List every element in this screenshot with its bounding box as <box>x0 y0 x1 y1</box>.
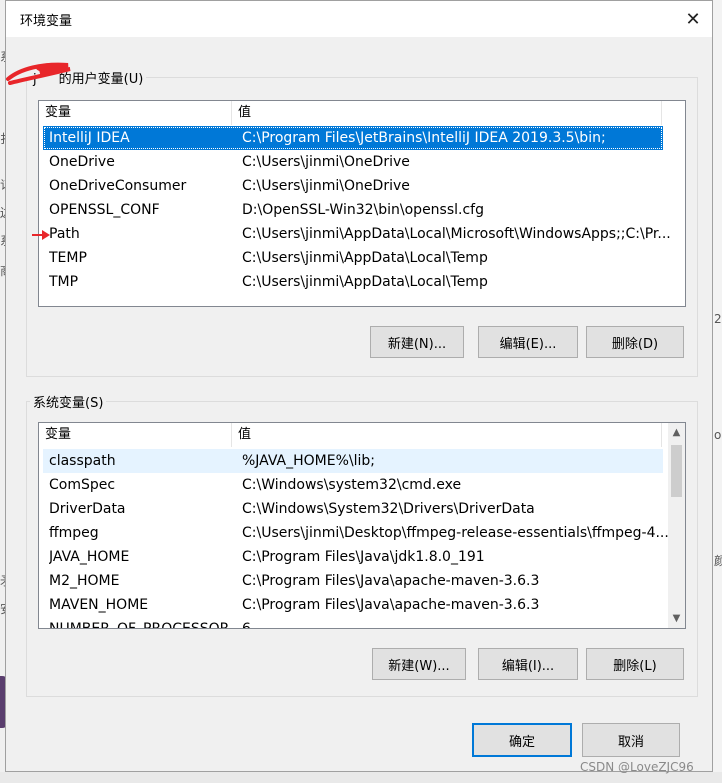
list-item[interactable]: M2_HOME C:\Program Files\Java\apache-mav… <box>43 569 663 593</box>
variable-name: JAVA_HOME <box>49 549 130 565</box>
scroll-up-icon[interactable]: ▲ <box>668 424 685 441</box>
vertical-scrollbar[interactable]: ▲ ▼ <box>668 423 685 628</box>
background-text: 颜 <box>714 554 722 568</box>
variable-value: C:\Users\jinmi\AppData\Local\Temp <box>242 274 488 290</box>
list-item[interactable]: TMP C:\Users\jinmi\AppData\Local\Temp <box>43 270 663 294</box>
variable-value: C:\Program Files\Java\jdk1.8.0_191 <box>242 549 485 565</box>
system-variables-list[interactable]: 变量 值 classpath %JAVA_HOME%\lib; ComSpec … <box>38 422 686 629</box>
list-item[interactable]: classpath %JAVA_HOME%\lib; <box>43 449 663 473</box>
variable-value: C:\Program Files\Java\apache-maven-3.6.3 <box>242 573 540 589</box>
variable-name: NUMBER_OF_PROCESSORS <box>49 621 229 629</box>
variable-name: M2_HOME <box>49 573 120 589</box>
cancel-button[interactable]: 取消 <box>582 723 680 757</box>
user-edit-button[interactable]: 编辑(E)... <box>478 326 578 358</box>
variable-value: C:\Users\jinmi\AppData\Local\Temp <box>242 250 488 266</box>
close-icon[interactable]: ✕ <box>676 3 710 35</box>
list-item[interactable]: Path C:\Users\jinmi\AppData\Local\Micros… <box>43 222 671 246</box>
variable-value: C:\Users\jinmi\AppData\Local\Microsoft\W… <box>242 226 671 242</box>
list-item[interactable]: OneDrive C:\Users\jinmi\OneDrive <box>43 150 663 174</box>
variable-name: IntelliJ IDEA <box>49 130 130 146</box>
scroll-down-icon[interactable]: ▼ <box>668 610 685 627</box>
variable-name: OPENSSL_CONF <box>49 202 160 218</box>
system-delete-button[interactable]: 删除(L) <box>586 648 684 680</box>
variable-value: C:\Windows\system32\cmd.exe <box>242 477 462 493</box>
column-header-value[interactable]: 值 <box>232 423 662 447</box>
variable-name: OneDriveConsumer <box>49 178 187 194</box>
system-variables-label: 系统变量(S) <box>30 392 107 411</box>
variable-value: D:\OpenSSL-Win32\bin\openssl.cfg <box>242 202 484 218</box>
variable-name: DriverData <box>49 501 126 517</box>
list-item[interactable]: NUMBER_OF_PROCESSORS 6 <box>43 617 663 629</box>
user-variables-list[interactable]: 变量 值 IntelliJ IDEA C:\Program Files\JetB… <box>38 100 686 307</box>
variable-value: C:\Program Files\JetBrains\IntelliJ IDEA… <box>242 130 606 146</box>
variable-name: TEMP <box>49 250 87 266</box>
list-item[interactable]: MAVEN_HOME C:\Program Files\Java\apache-… <box>43 593 663 617</box>
background-text: 2 <box>714 312 722 326</box>
system-edit-button[interactable]: 编辑(I)... <box>478 648 578 680</box>
variable-value: C:\Program Files\Java\apache-maven-3.6.3 <box>242 597 540 613</box>
list-header: 变量 值 <box>39 101 685 125</box>
list-item[interactable]: DriverData C:\Windows\System32\Drivers\D… <box>43 497 663 521</box>
red-arrow-icon <box>32 230 50 240</box>
list-item[interactable]: IntelliJ IDEA C:\Program Files\JetBrains… <box>43 126 663 150</box>
list-header: 变量 值 <box>39 423 685 447</box>
list-item[interactable]: OneDriveConsumer C:\Users\jinmi\OneDrive <box>43 174 663 198</box>
user-new-button[interactable]: 新建(N)... <box>370 326 464 358</box>
variable-name: Path <box>49 226 80 242</box>
variable-name: ffmpeg <box>49 525 99 541</box>
redaction-scribble-icon <box>6 62 71 85</box>
column-header-variable[interactable]: 变量 <box>39 101 232 125</box>
list-item[interactable]: JAVA_HOME C:\Program Files\Java\jdk1.8.0… <box>43 545 663 569</box>
watermark: CSDN @LoveZJC96 <box>580 760 694 774</box>
list-item[interactable]: ComSpec C:\Windows\system32\cmd.exe <box>43 473 663 497</box>
user-delete-button[interactable]: 删除(D) <box>586 326 684 358</box>
column-header-value[interactable]: 值 <box>232 101 662 125</box>
background-text: o <box>714 428 722 442</box>
variable-value: C:\Windows\System32\Drivers\DriverData <box>242 501 535 517</box>
title-bar: 环境变量 ✕ <box>6 1 712 37</box>
variable-value: 6 <box>242 621 251 629</box>
list-item[interactable]: ffmpeg C:\Users\jinmi\Desktop\ffmpeg-rel… <box>43 521 673 545</box>
variable-value: C:\Users\jinmi\Desktop\ffmpeg-release-es… <box>242 525 674 541</box>
scrollbar-thumb[interactable] <box>671 445 682 497</box>
variable-name: OneDrive <box>49 154 115 170</box>
variable-value: %JAVA_HOME%\lib; <box>242 453 375 469</box>
ok-button[interactable]: 确定 <box>472 723 572 757</box>
variable-name: ComSpec <box>49 477 116 493</box>
list-item[interactable]: TEMP C:\Users\jinmi\AppData\Local\Temp <box>43 246 663 270</box>
system-new-button[interactable]: 新建(W)... <box>372 648 466 680</box>
dialog-title: 环境变量 <box>20 14 73 29</box>
background-window-right <box>712 0 722 783</box>
variable-value: C:\Users\jinmi\OneDrive <box>242 178 410 194</box>
variable-name: MAVEN_HOME <box>49 597 149 613</box>
variable-name: TMP <box>49 274 79 290</box>
environment-variables-dialog: 环境变量 ✕ j 的用户变量(U) 变量 值 IntelliJ IDEA C:\P… <box>5 0 713 772</box>
variable-name: classpath <box>49 453 116 469</box>
list-item[interactable]: OPENSSL_CONF D:\OpenSSL-Win32\bin\openss… <box>43 198 663 222</box>
variable-value: C:\Users\jinmi\OneDrive <box>242 154 410 170</box>
column-header-variable[interactable]: 变量 <box>39 423 232 447</box>
